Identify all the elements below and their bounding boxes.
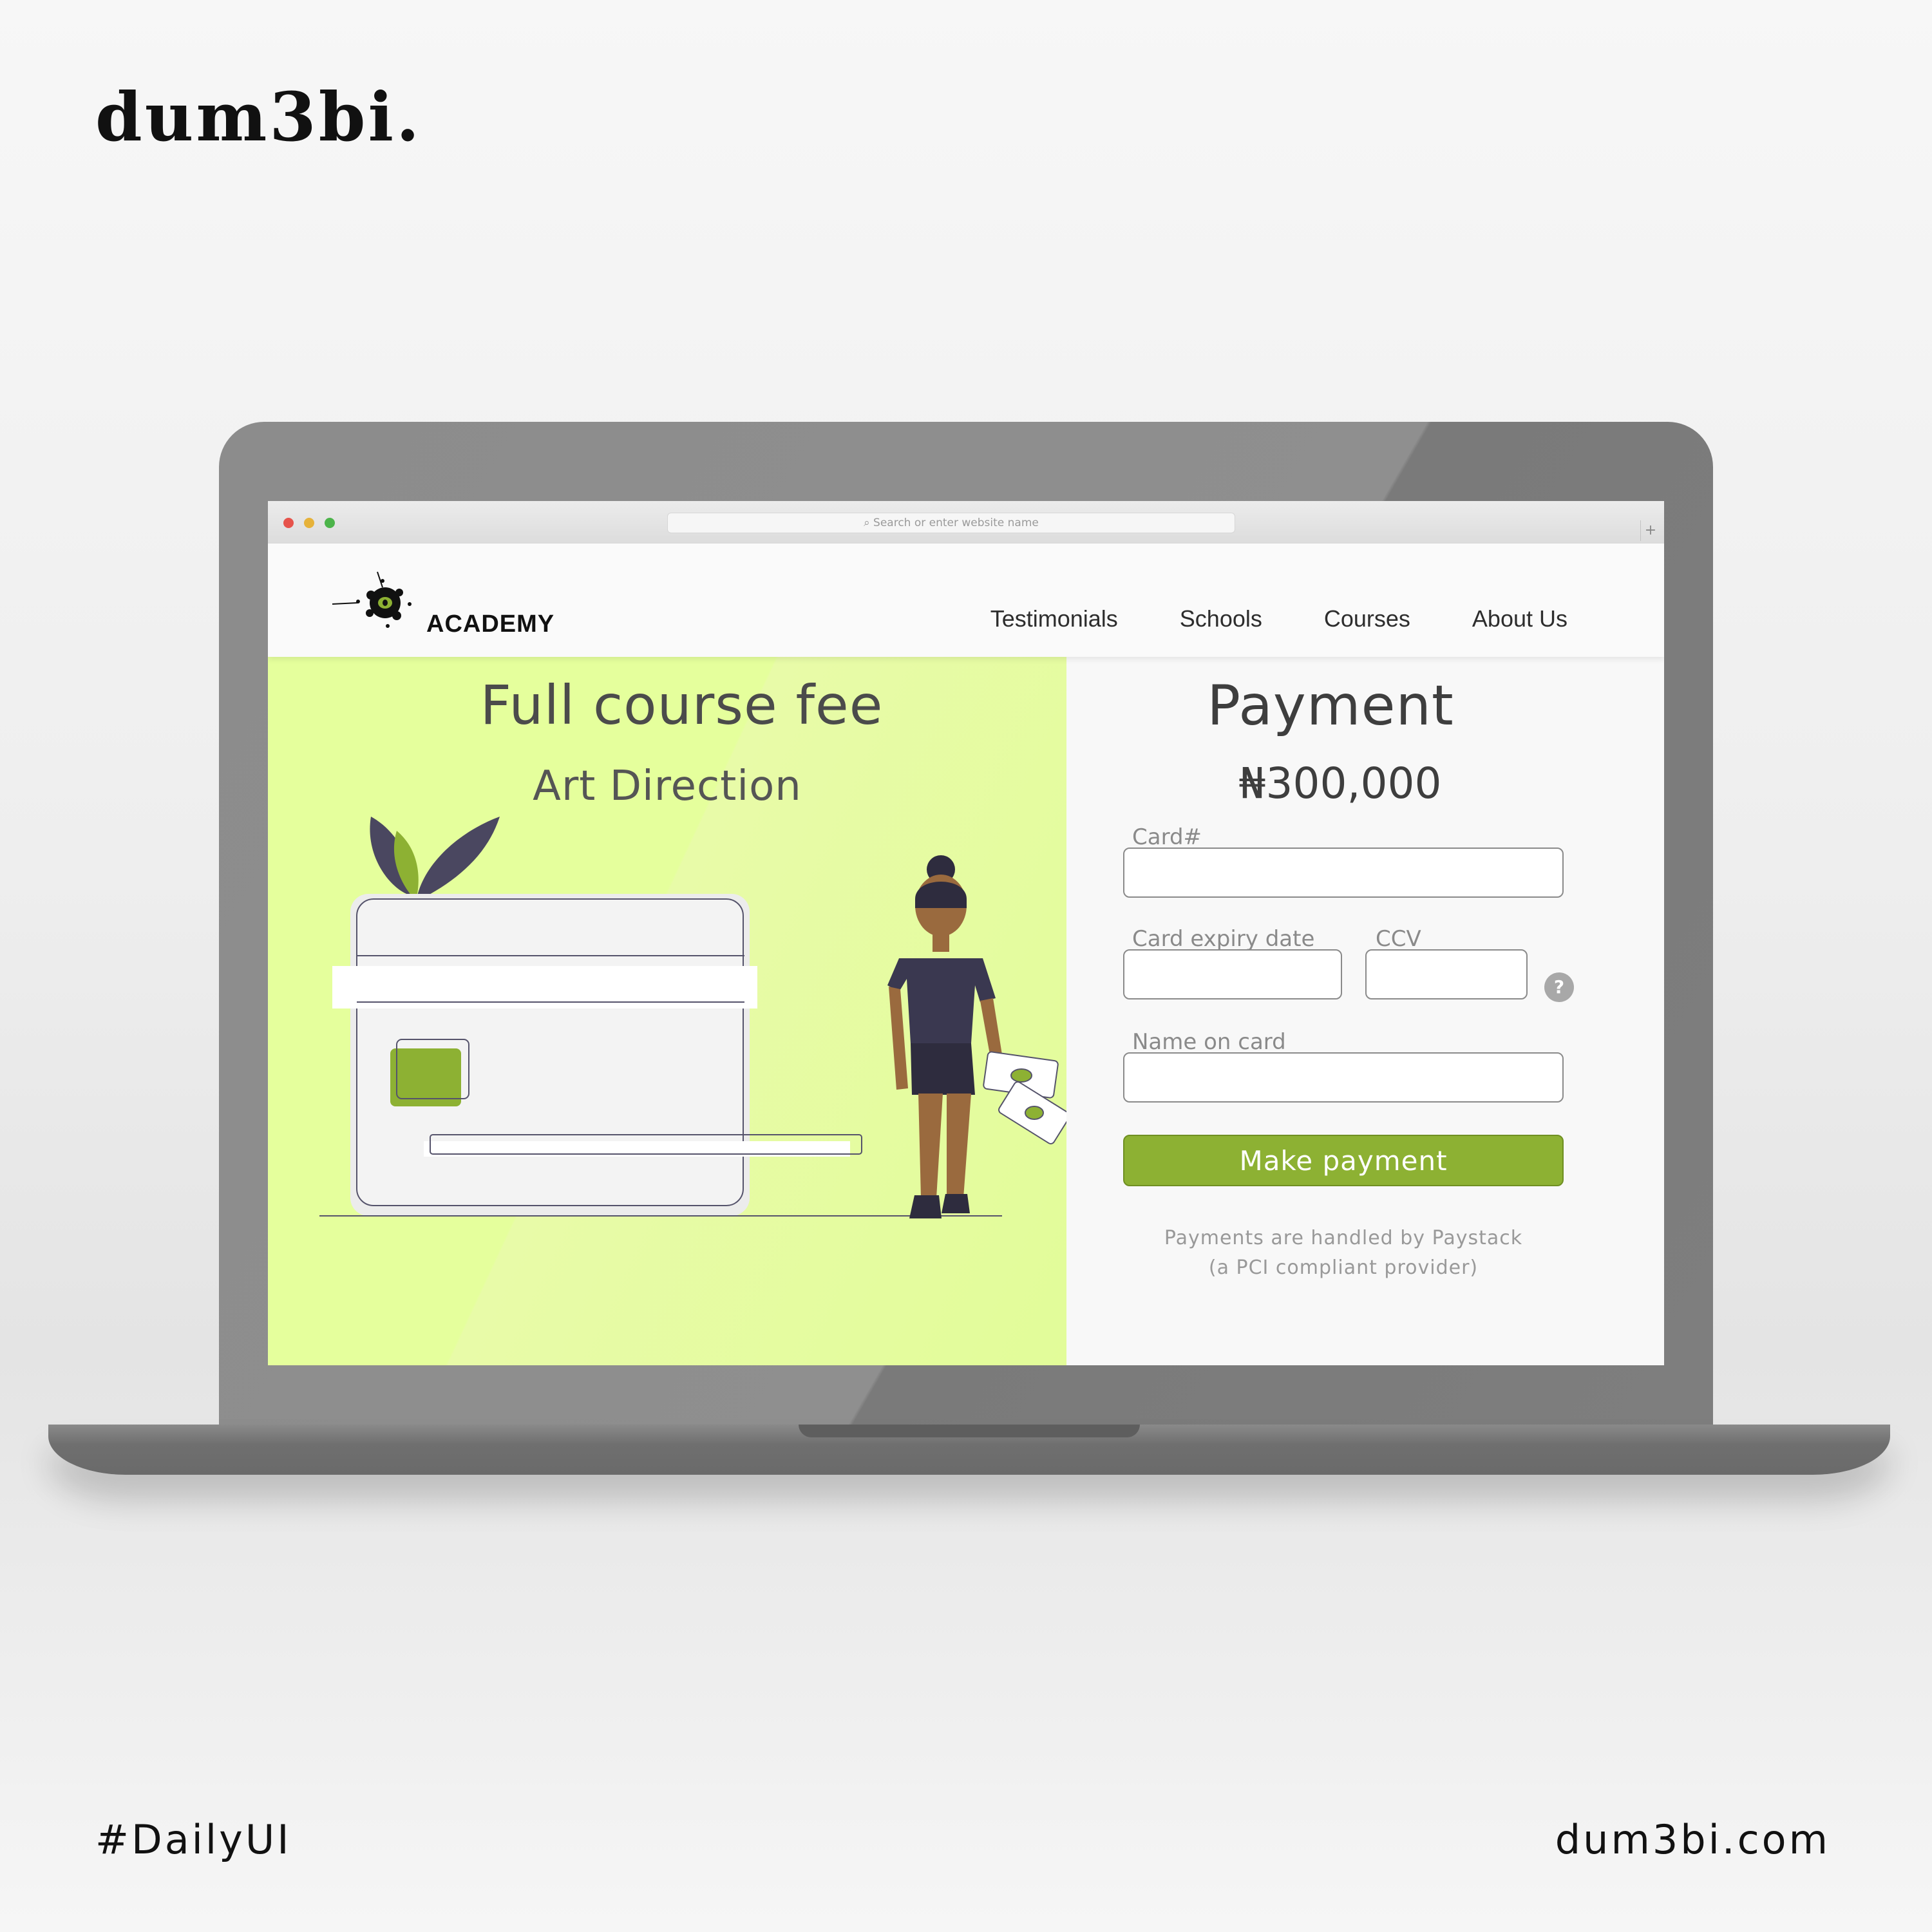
new-tab-button[interactable]: +	[1640, 520, 1660, 541]
main-nav: Testimonials Schools Courses About Us	[929, 605, 1567, 632]
nav-courses[interactable]: Courses	[1324, 605, 1410, 632]
leaf-shape	[416, 817, 500, 902]
payment-panel: Payment ₦300,000 Card# Card expiry date …	[1066, 657, 1664, 1365]
card-number-label: Card#	[1132, 824, 1202, 850]
payment-note-line1: Payments are handled by Paystack	[1164, 1227, 1523, 1249]
make-payment-button[interactable]: Make payment	[1123, 1135, 1564, 1186]
fee-title: Full course fee	[480, 674, 884, 737]
cash-note-icon	[983, 1051, 1066, 1144]
minimize-window-icon[interactable]	[304, 518, 314, 528]
course-fee-panel: Full course fee Art Direction	[268, 657, 1066, 1365]
laptop-notch	[799, 1425, 1140, 1437]
website-label: dum3bi.com	[1555, 1816, 1830, 1863]
hashtag-label: #DailyUI	[95, 1816, 292, 1863]
academy-logo-text: ACADEMY	[426, 611, 555, 638]
close-window-icon[interactable]	[283, 518, 294, 528]
ink-splash-icon	[332, 571, 412, 628]
ccv-input[interactable]	[1365, 949, 1528, 999]
nav-testimonials[interactable]: Testimonials	[990, 605, 1118, 632]
card-number-input[interactable]	[1123, 848, 1564, 898]
payment-illustration	[319, 817, 1066, 1218]
help-icon[interactable]: ?	[1544, 972, 1574, 1002]
brand-logo: dum3bi.	[95, 77, 422, 156]
browser-toolbar: ⌕ Search or enter website name +	[268, 501, 1664, 545]
person-figure	[887, 855, 1003, 1218]
payment-title: Payment	[1207, 674, 1454, 738]
nav-about-us[interactable]: About Us	[1472, 605, 1567, 632]
name-on-card-input[interactable]	[1123, 1052, 1564, 1103]
site-header: ACADEMY Testimonials Schools Courses Abo…	[268, 544, 1664, 657]
payment-note: Payments are handled by Paystack (a PCI …	[1066, 1224, 1620, 1283]
address-placeholder: Search or enter website name	[873, 516, 1039, 529]
search-icon: ⌕	[864, 516, 874, 529]
payment-amount: ₦300,000	[1238, 759, 1442, 808]
payment-note-line2: (a PCI compliant provider)	[1208, 1256, 1479, 1279]
nav-schools[interactable]: Schools	[1180, 605, 1262, 632]
card-expiry-input[interactable]	[1123, 949, 1342, 999]
card-expiry-label: Card expiry date	[1132, 926, 1315, 952]
maximize-window-icon[interactable]	[325, 518, 335, 528]
address-bar[interactable]: ⌕ Search or enter website name	[667, 513, 1235, 533]
ccv-label: CCV	[1376, 926, 1421, 952]
name-on-card-label: Name on card	[1132, 1029, 1286, 1055]
card-chip-icon	[390, 1048, 461, 1106]
browser-window: ⌕ Search or enter website name + ACADEMY…	[268, 501, 1664, 1365]
